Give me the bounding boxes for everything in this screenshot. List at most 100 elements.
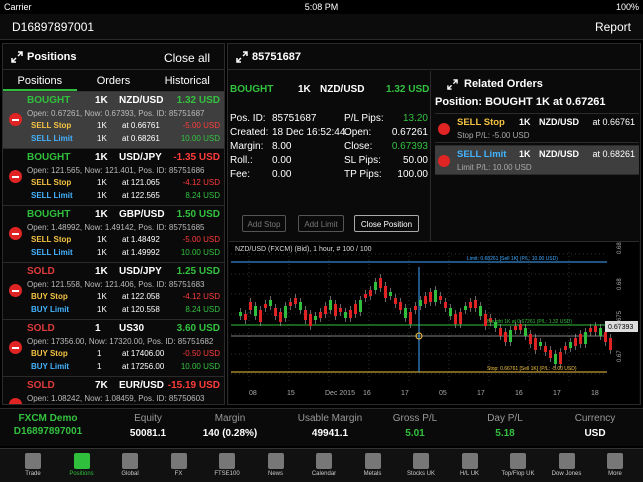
tab-positions[interactable]: Positions	[3, 70, 77, 91]
related-order-qty: 1K	[519, 117, 531, 127]
position-qty: 1K	[95, 95, 108, 106]
bottom-tab-bar: Trade Positions Global FX FTSE100 News C…	[0, 448, 643, 482]
close-position-icon[interactable]	[9, 341, 22, 354]
tab-fx[interactable]: FX	[156, 451, 202, 477]
tab-top-flop-uk[interactable]: Top/Flop UK	[495, 451, 541, 477]
candle	[559, 352, 562, 364]
account-id: D16897897001	[12, 20, 95, 34]
y-tick-label: 0.675	[617, 310, 623, 326]
tab-orders[interactable]: Orders	[77, 70, 151, 91]
tab-news[interactable]: News	[253, 451, 299, 477]
tab-calendar[interactable]: Calendar	[301, 451, 347, 477]
position-info: Open: 17356.00, Now: 17320.00, Pos. ID: …	[27, 337, 214, 346]
position-symbol: EUR/USD	[119, 380, 165, 391]
related-order-qty: 1K	[519, 149, 531, 159]
tab-more[interactable]: More	[592, 451, 638, 477]
candle	[279, 312, 282, 322]
close-position-icon[interactable]	[9, 170, 22, 183]
position-row[interactable]: BOUGHT 1K NZD/USD 1.32 USD Open: 0.67261…	[3, 92, 224, 149]
add-stop-button[interactable]: Add Stop	[242, 215, 286, 232]
position-pl: 3.60 USD	[176, 323, 220, 334]
detail-field-label: Close:	[344, 141, 373, 152]
position-pl: 1.50 USD	[176, 209, 220, 220]
tab-label: Calendar	[311, 471, 337, 477]
position-row[interactable]: BOUGHT 1K GBP/USD 1.50 USD Open: 1.48992…	[3, 206, 224, 263]
detail-field-value: 0.00	[272, 169, 292, 180]
candle	[424, 296, 427, 304]
candle	[399, 302, 402, 310]
position-main: SOLD 1 US30 3.60 USD	[27, 323, 220, 336]
candle	[244, 314, 247, 320]
candle	[384, 286, 387, 298]
candle	[299, 302, 302, 310]
close-position-button[interactable]: Close Position	[354, 215, 419, 232]
related-title: Related Orders	[464, 78, 543, 90]
remove-order-icon[interactable]	[438, 155, 450, 167]
candle	[554, 354, 557, 364]
summary-value: USD	[584, 428, 606, 439]
summary-col: Day P/L 5.18	[465, 413, 545, 439]
close-position-icon[interactable]	[9, 284, 22, 297]
tab-metals[interactable]: Metals	[350, 451, 396, 477]
position-side: BOUGHT	[27, 152, 71, 163]
tab-h-l-uk[interactable]: H/L UK	[447, 451, 493, 477]
x-tick-label: 16	[515, 390, 523, 397]
order-pl: -4.12 USD	[182, 292, 220, 301]
tab-label: H/L UK	[459, 471, 480, 477]
add-limit-button[interactable]: Add Limit	[298, 215, 344, 232]
summary-label: Day P/L	[487, 413, 523, 424]
position-row[interactable]: SOLD 7K EUR/USD -15.19 USD Open: 1.08242…	[3, 377, 224, 404]
candle	[574, 338, 577, 346]
expand-icon[interactable]	[236, 51, 248, 63]
related-order-row[interactable]: SELL Limit 1K NZD/USD at 0.68261 Limit P…	[435, 145, 639, 175]
tab-trade[interactable]: Trade	[10, 451, 56, 477]
related-order-symbol: NZD/USD	[539, 117, 579, 127]
close-all-button[interactable]: Close all	[164, 51, 210, 65]
tab-label: Top/Flop UK	[501, 471, 535, 477]
x-tick-label: 17	[401, 390, 409, 397]
summary-col: Gross P/L 5.01	[375, 413, 455, 439]
close-position-icon[interactable]	[9, 113, 22, 126]
tab-historical[interactable]: Historical	[150, 70, 224, 91]
tab-label: Trade	[25, 471, 41, 477]
candle	[469, 302, 472, 308]
tab-global[interactable]: Global	[107, 451, 153, 477]
detail-pl: 1.32 USD	[386, 84, 430, 95]
candle	[284, 306, 287, 318]
position-qty: 7K	[95, 380, 108, 391]
report-button[interactable]: Report	[595, 20, 631, 34]
order-rate: at 1.49992	[122, 248, 160, 257]
remove-order-icon[interactable]	[438, 123, 450, 135]
chart-canvas[interactable]: NZD/USD (FXCM) (Bid), 1 hour, # 100 / 10…	[229, 238, 639, 405]
candle	[454, 314, 457, 324]
trade-icon	[25, 453, 41, 469]
expand-icon[interactable]	[11, 51, 23, 63]
related-order-rate: at 0.66761	[592, 117, 635, 127]
position-row[interactable]: SOLD 1 US30 3.60 USD Open: 17356.00, Now…	[3, 320, 224, 377]
account-summary: FXCM Demo D16897897001 Equity 50081.1 Ma…	[0, 408, 643, 446]
tab-stocks-uk[interactable]: Stocks UK	[398, 451, 444, 477]
position-row[interactable]: BOUGHT 1K USD/JPY -1.35 USD Open: 121.56…	[3, 149, 224, 206]
price-chart[interactable]: NZD/USD (FXCM) (Bid), 1 hour, # 100 / 10…	[229, 238, 639, 405]
order-label: BUY Stop	[31, 292, 68, 301]
position-row[interactable]: SOLD 1K USD/JPY 1.25 USD Open: 121.558, …	[3, 263, 224, 320]
expand-icon[interactable]	[447, 79, 458, 90]
position-main: BOUGHT 1K GBP/USD 1.50 USD	[27, 209, 220, 222]
tab-ftse100[interactable]: FTSE100	[204, 451, 250, 477]
position-info: Open: 1.48992, Now: 1.49142, Pos. ID: 85…	[27, 223, 205, 232]
candle	[314, 316, 317, 320]
order-pl: -5.00 USD	[182, 235, 220, 244]
order-label: SELL Stop	[31, 121, 72, 130]
close-position-icon[interactable]	[9, 227, 22, 240]
related-order-row[interactable]: SELL Stop 1K NZD/USD at 0.66761 Stop P/L…	[435, 113, 639, 143]
summary-label: Currency	[574, 413, 616, 424]
order-label: BUY Limit	[31, 362, 70, 371]
detail-side: BOUGHT	[230, 84, 274, 95]
candle	[369, 290, 372, 296]
tab-positions[interactable]: Positions	[59, 451, 105, 477]
us-flag-icon	[558, 453, 575, 469]
close-position-icon[interactable]	[9, 398, 22, 404]
tab-dow-jones[interactable]: Dow Jones	[544, 451, 590, 477]
positions-list: BOUGHT 1K NZD/USD 1.32 USD Open: 0.67261…	[3, 92, 224, 404]
detail-position-id: 85751687	[252, 51, 301, 63]
